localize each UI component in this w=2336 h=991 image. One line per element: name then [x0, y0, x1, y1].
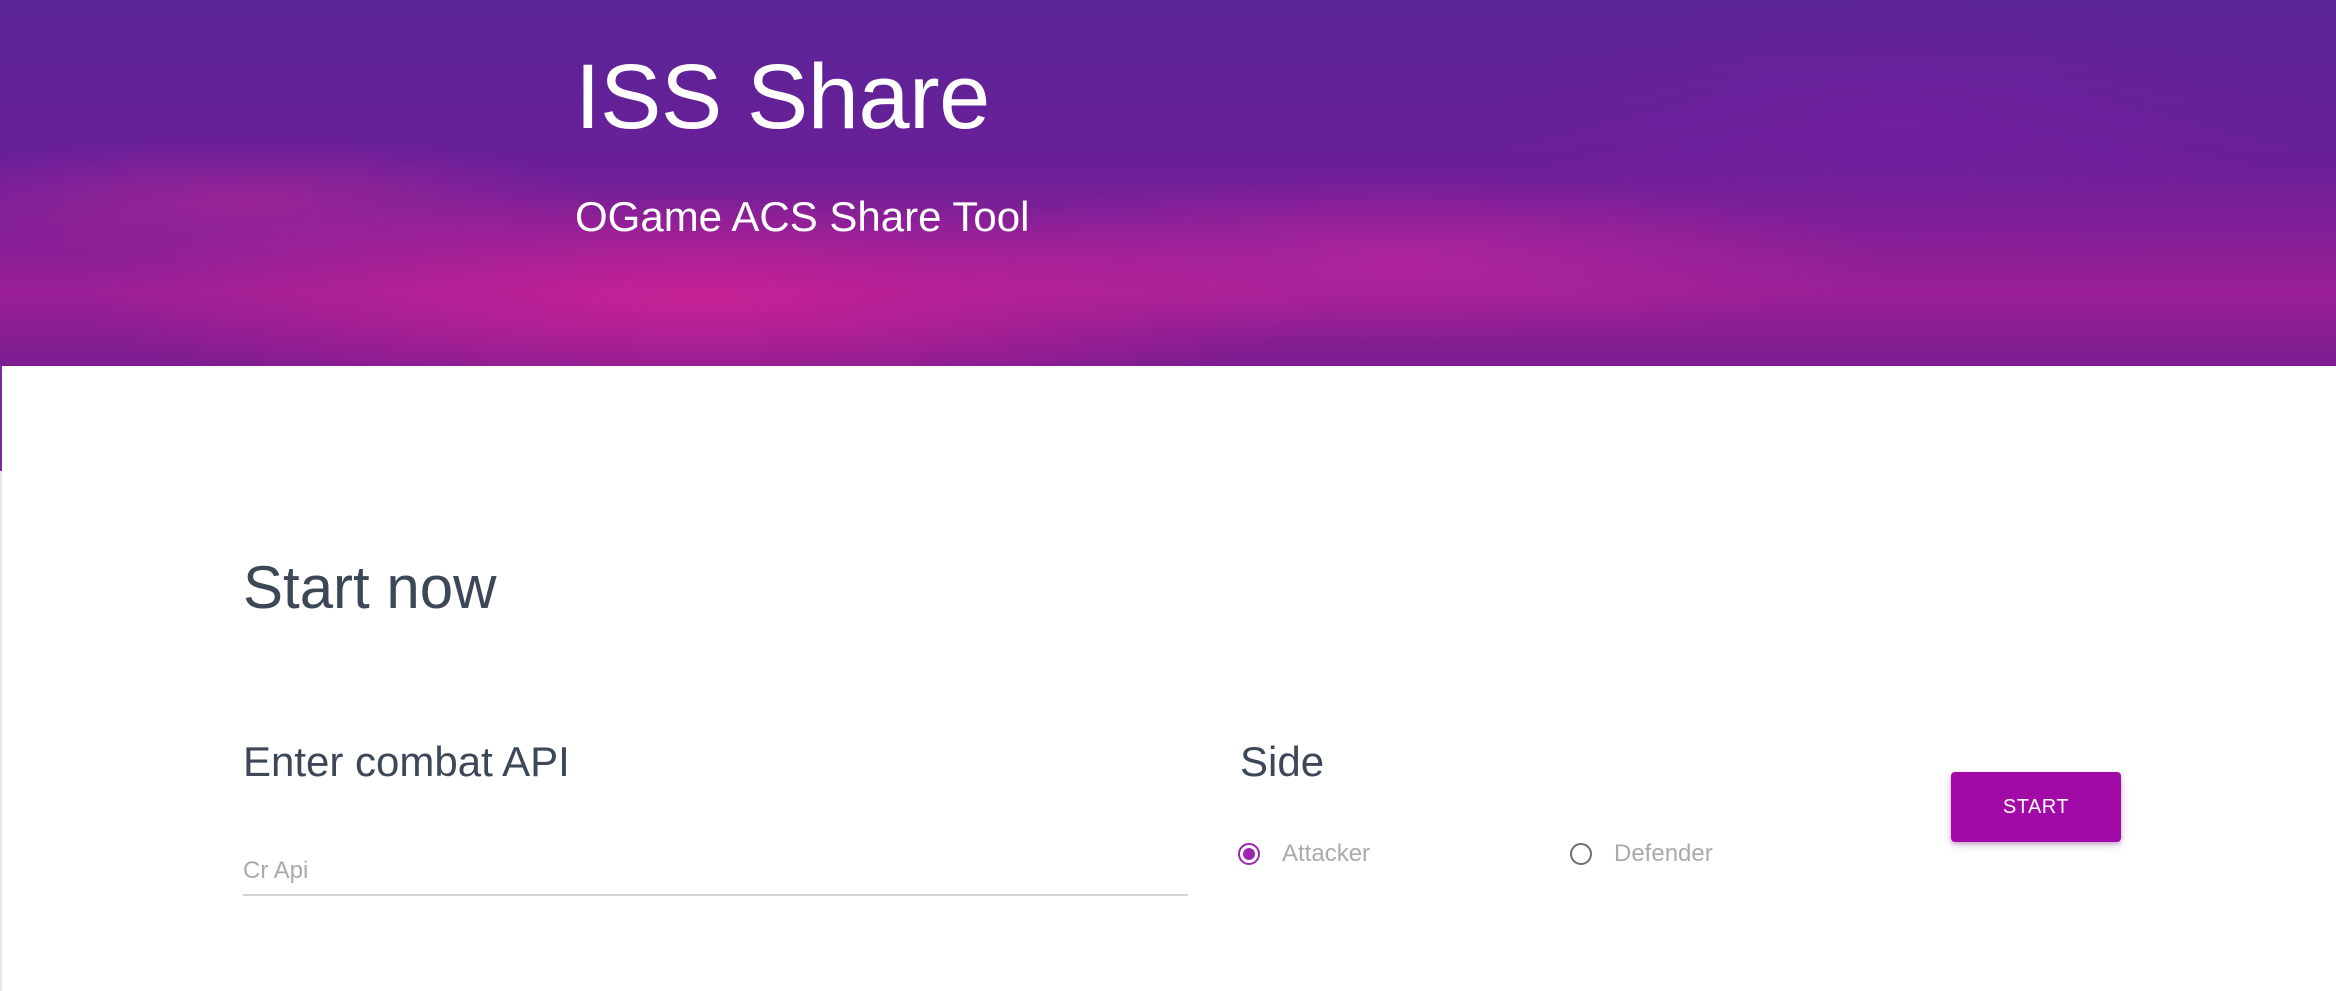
card-accent-bar — [0, 366, 2, 471]
radio-checked-icon[interactable] — [1238, 843, 1260, 865]
hero-banner: ISS Share OGame ACS Share Tool — [0, 0, 2336, 366]
section-title: Start now — [243, 554, 497, 621]
cr-api-input[interactable] — [243, 848, 1188, 896]
radio-defender[interactable]: Defender — [1570, 836, 1713, 872]
app-subtitle: OGame ACS Share Tool — [575, 193, 1030, 240]
radio-attacker-label: Attacker — [1282, 840, 1371, 867]
radio-unchecked-icon[interactable] — [1570, 843, 1592, 865]
app-title: ISS Share — [575, 46, 990, 148]
radio-defender-label: Defender — [1614, 840, 1713, 867]
combat-api-label: Enter combat API — [243, 738, 570, 785]
main-card — [0, 366, 2336, 991]
radio-attacker[interactable]: Attacker — [1238, 836, 1370, 872]
start-button[interactable]: START — [1951, 772, 2121, 842]
side-label: Side — [1240, 738, 1325, 785]
